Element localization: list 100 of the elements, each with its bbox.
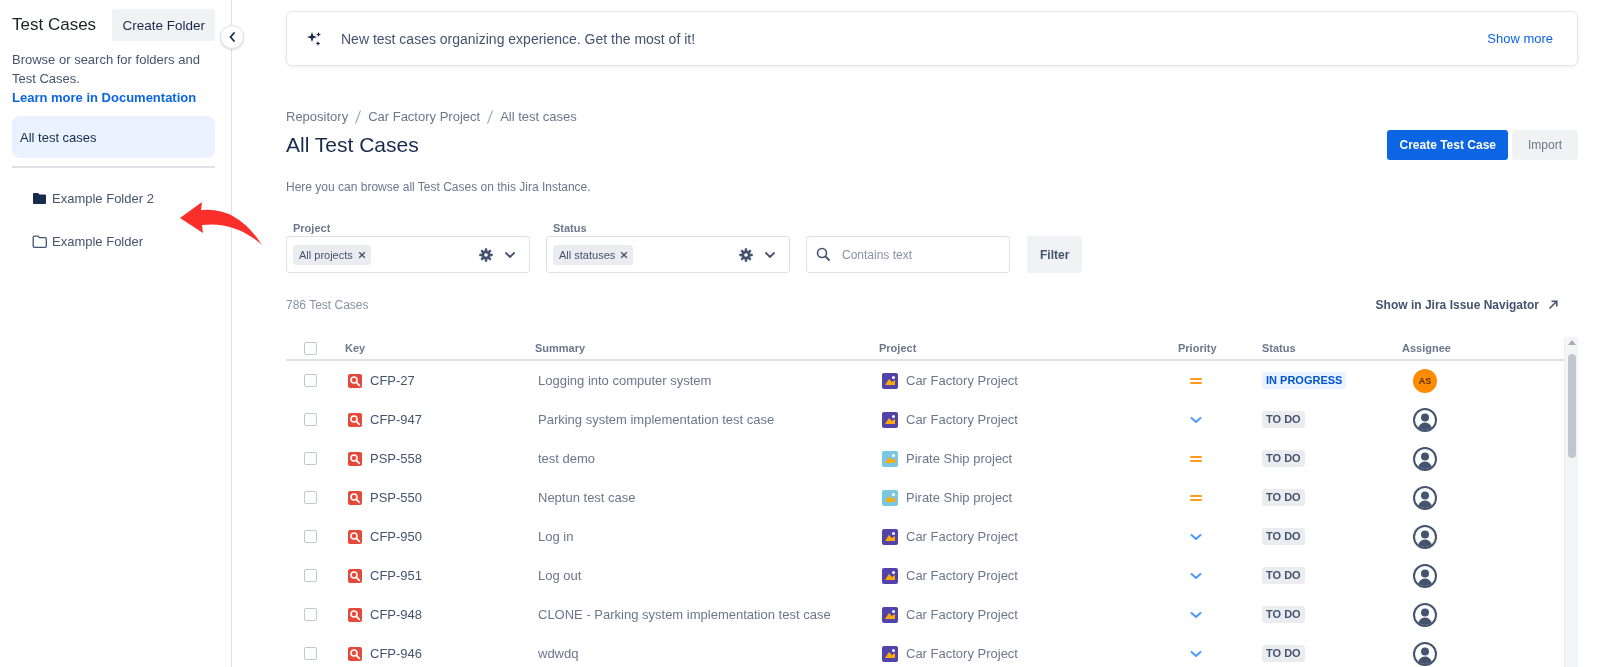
folder-item[interactable]: Example Folder bbox=[12, 220, 215, 263]
row-checkbox[interactable] bbox=[304, 647, 317, 660]
row-checkbox[interactable] bbox=[304, 530, 317, 543]
filter-chip[interactable]: All statuses bbox=[553, 244, 634, 265]
test-summary: Log out bbox=[538, 568, 582, 583]
scrollbar[interactable] bbox=[1564, 337, 1578, 667]
filter-label: Status bbox=[553, 221, 587, 235]
slash-icon bbox=[487, 110, 494, 124]
status-lozenge: IN PROGRESS bbox=[1262, 372, 1347, 389]
all-test-cases-item[interactable]: All test cases bbox=[12, 116, 215, 158]
column-header[interactable]: Priority bbox=[1178, 342, 1217, 354]
sidebar-description: Browse or search for folders and Test Cases. bbox=[12, 51, 201, 88]
column-header[interactable]: Summary bbox=[535, 342, 586, 354]
filter-chip[interactable]: All projects bbox=[293, 244, 371, 265]
user-silhouette-icon bbox=[1413, 485, 1437, 510]
user-silhouette-icon bbox=[1413, 524, 1437, 549]
test-case-key[interactable]: CFP-947 bbox=[370, 412, 423, 427]
medium-priority-icon bbox=[1190, 376, 1202, 385]
medium-priority-icon bbox=[1190, 454, 1202, 463]
project-name: Car Factory Project bbox=[906, 607, 1018, 622]
medium-priority-icon bbox=[1190, 493, 1202, 502]
magnifier-icon bbox=[348, 373, 362, 388]
low-priority-icon bbox=[1190, 571, 1202, 580]
chevron-down-icon[interactable] bbox=[505, 251, 515, 258]
column-header[interactable]: Key bbox=[345, 342, 366, 354]
filter-button[interactable]: Filter bbox=[1027, 236, 1083, 273]
user-silhouette-icon bbox=[1413, 407, 1437, 432]
select-all-checkbox[interactable] bbox=[304, 341, 317, 355]
breadcrumb-link[interactable]: Car Factory Project bbox=[368, 109, 481, 125]
test-case-count: 786 Test Cases bbox=[286, 298, 369, 312]
row-checkbox[interactable] bbox=[304, 608, 317, 621]
status-lozenge: TO DO bbox=[1262, 645, 1305, 662]
arrow-up-right-icon bbox=[1548, 300, 1558, 310]
test-case-key[interactable]: PSP-558 bbox=[370, 451, 423, 466]
documentation-link[interactable]: Learn more in Documentation bbox=[12, 88, 197, 107]
project-name: Car Factory Project bbox=[906, 529, 1018, 544]
folder-item[interactable]: Example Folder 2 bbox=[12, 177, 215, 220]
low-priority-icon bbox=[1190, 610, 1202, 619]
create-folder-button[interactable]: Create Folder bbox=[112, 9, 215, 41]
scrollbar-thumb[interactable] bbox=[1567, 354, 1576, 458]
page-title: All Test Cases bbox=[286, 133, 419, 157]
project-name: Car Factory Project bbox=[906, 646, 1018, 661]
magnifier-icon bbox=[348, 451, 362, 466]
test-case-key[interactable]: CFP-948 bbox=[370, 607, 423, 622]
user-silhouette-icon bbox=[1413, 602, 1437, 627]
test-summary: Log in bbox=[538, 529, 574, 544]
magnifier-icon bbox=[348, 568, 362, 583]
close-icon[interactable] bbox=[357, 250, 366, 259]
status-lozenge: TO DO bbox=[1262, 528, 1305, 545]
breadcrumb-link[interactable]: All test cases bbox=[500, 109, 577, 125]
test-case-key[interactable]: CFP-946 bbox=[370, 646, 423, 661]
test-case-key[interactable]: CFP-27 bbox=[370, 373, 415, 388]
sparkle-icon bbox=[306, 30, 322, 47]
close-icon[interactable] bbox=[620, 250, 629, 259]
test-summary: CLONE - Parking system implementation test case bbox=[538, 607, 831, 622]
test-summary: Parking system implementation test case bbox=[538, 412, 775, 427]
user-silhouette-icon bbox=[1413, 641, 1437, 666]
filter-label: Project bbox=[293, 221, 331, 235]
folder-icon bbox=[32, 192, 47, 205]
gear-icon[interactable] bbox=[479, 247, 493, 262]
filter-select[interactable]: All projects bbox=[286, 236, 530, 273]
row-checkbox[interactable] bbox=[304, 452, 317, 465]
low-priority-icon bbox=[1190, 532, 1202, 541]
breadcrumb-link[interactable]: Repository bbox=[286, 109, 349, 125]
page-description: Here you can browse all Test Cases on this Jira Instance. bbox=[286, 179, 592, 195]
project-name: Car Factory Project bbox=[906, 373, 1018, 388]
slash-icon bbox=[355, 110, 362, 124]
create-test-case-button[interactable]: Create Test Case bbox=[1387, 130, 1508, 160]
status-lozenge: TO DO bbox=[1262, 450, 1305, 467]
magnifier-icon bbox=[348, 490, 362, 505]
test-summary: Logging into computer system bbox=[538, 373, 712, 388]
test-case-key[interactable]: CFP-951 bbox=[370, 568, 423, 583]
import-button[interactable]: Import bbox=[1512, 130, 1578, 160]
test-case-key[interactable]: CFP-950 bbox=[370, 529, 423, 544]
column-header[interactable]: Status bbox=[1262, 342, 1296, 354]
search-field[interactable]: Contains text bbox=[806, 236, 1010, 273]
collapse-sidebar-button[interactable] bbox=[220, 25, 244, 49]
user-silhouette-icon bbox=[1413, 563, 1437, 588]
project-name: Car Factory Project bbox=[906, 568, 1018, 583]
test-summary: test demo bbox=[538, 451, 596, 466]
column-header[interactable]: Project bbox=[879, 342, 917, 354]
column-header[interactable]: Assignee bbox=[1402, 342, 1451, 354]
row-checkbox[interactable] bbox=[304, 491, 317, 504]
row-checkbox[interactable] bbox=[304, 413, 317, 426]
folder-icon bbox=[32, 235, 47, 248]
filter-select[interactable]: All statuses bbox=[546, 236, 790, 273]
triangle-up-icon[interactable] bbox=[1567, 340, 1576, 345]
search-icon bbox=[816, 247, 830, 261]
chevron-left-icon bbox=[229, 32, 235, 42]
magnifier-icon bbox=[348, 529, 362, 544]
row-checkbox[interactable] bbox=[304, 569, 317, 582]
magnifier-icon bbox=[348, 646, 362, 661]
test-case-key[interactable]: PSP-550 bbox=[370, 490, 423, 505]
row-checkbox[interactable] bbox=[304, 374, 317, 387]
gear-icon[interactable] bbox=[739, 247, 753, 262]
show-more-link[interactable]: Show more bbox=[1487, 31, 1553, 46]
magnifier-icon bbox=[348, 607, 362, 622]
status-lozenge: TO DO bbox=[1262, 606, 1305, 623]
chevron-down-icon[interactable] bbox=[765, 251, 775, 258]
issue-navigator-link[interactable]: Show in Jira Issue Navigator bbox=[1375, 298, 1558, 312]
